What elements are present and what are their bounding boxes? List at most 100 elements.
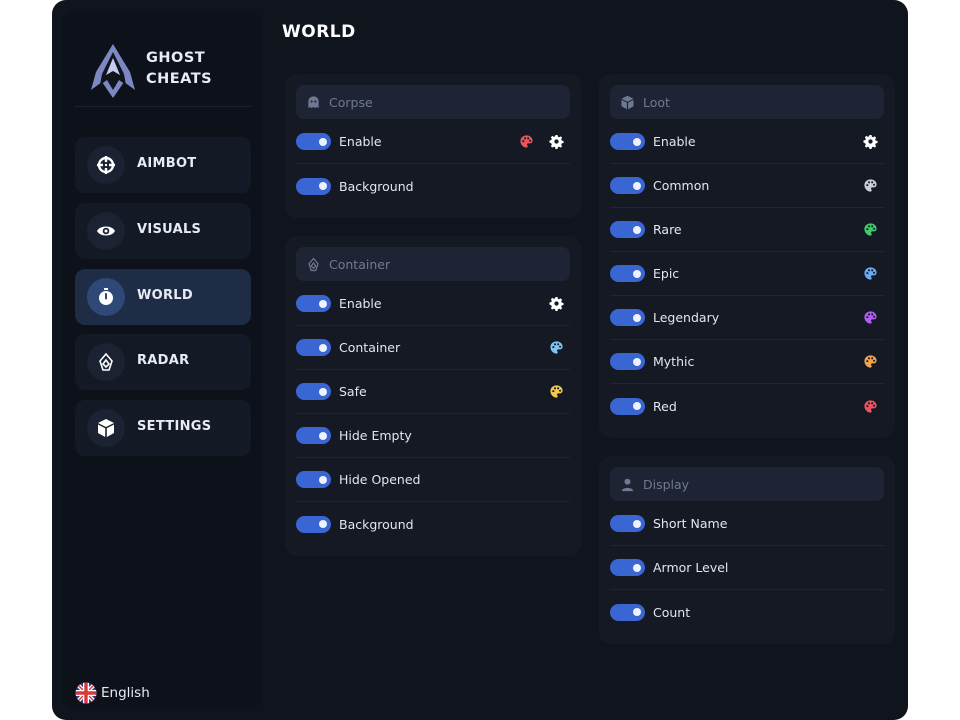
loot-card: Loot Enable Common Rare Epic Legendary M… bbox=[599, 74, 895, 438]
display-count-label: Count bbox=[653, 604, 691, 620]
stopwatch-icon bbox=[87, 278, 125, 316]
uk-flag-icon bbox=[75, 682, 97, 704]
loot-epic-toggle[interactable] bbox=[610, 265, 645, 282]
container-safe-row: Safe bbox=[296, 370, 570, 414]
crosshair-icon bbox=[87, 146, 125, 184]
radar-icon bbox=[87, 343, 125, 381]
corpse-card: Corpse Enable Background bbox=[285, 74, 581, 218]
nav-label-visuals: VISUALS bbox=[137, 222, 202, 237]
container-safe-label: Safe bbox=[339, 384, 367, 399]
container-background-row: Background bbox=[296, 502, 570, 546]
gear-icon[interactable] bbox=[862, 134, 878, 150]
container-hide-opened-row: Hide Opened bbox=[296, 458, 570, 502]
loot-legendary-row: Legendary bbox=[610, 296, 884, 340]
cube-icon bbox=[621, 95, 634, 109]
palette-icon[interactable] bbox=[548, 340, 564, 356]
sidebar-divider bbox=[74, 106, 252, 107]
ghost-hood-logo-icon bbox=[91, 44, 135, 98]
loot-common-toggle[interactable] bbox=[610, 177, 645, 194]
loot-red-toggle[interactable] bbox=[610, 397, 645, 415]
corpse-enable-label: Enable bbox=[339, 134, 382, 149]
page-title: WORLD bbox=[282, 22, 356, 42]
display-card-header: Display bbox=[610, 467, 884, 501]
display-armor-level-label: Armor Level bbox=[653, 560, 729, 575]
gear-icon[interactable] bbox=[548, 296, 564, 312]
display-short-name-row: Short Name bbox=[610, 502, 884, 546]
nav-label-world: WORLD bbox=[137, 288, 193, 303]
corpse-background-row: Background bbox=[296, 164, 570, 208]
loot-epic-label: Epic bbox=[653, 266, 680, 281]
palette-icon[interactable] bbox=[862, 266, 878, 282]
container-hide-opened-toggle[interactable] bbox=[296, 471, 331, 488]
display-count-row: Count bbox=[610, 590, 884, 634]
container-card-header: Container bbox=[296, 247, 570, 281]
loot-card-header: Loot bbox=[610, 85, 884, 119]
corpse-enable-row: Enable bbox=[296, 120, 570, 164]
palette-icon[interactable] bbox=[518, 134, 534, 150]
container-hide-empty-label: Hide Empty bbox=[339, 428, 412, 443]
brand-name: GHOST CHEATS bbox=[146, 50, 213, 87]
gear-icon[interactable] bbox=[548, 134, 564, 150]
display-short-name-label: Short Name bbox=[653, 516, 728, 531]
container-enable-row: Enable bbox=[296, 282, 570, 326]
display-card: Display Short Name Armor Level Count bbox=[599, 456, 895, 644]
corpse-enable-toggle[interactable] bbox=[296, 133, 331, 150]
loot-mythic-row: Mythic bbox=[610, 340, 884, 384]
container-card: Container Enable Container Safe Hide Emp… bbox=[285, 236, 581, 556]
container-safe-toggle[interactable] bbox=[296, 383, 331, 400]
palette-icon[interactable] bbox=[862, 178, 878, 194]
loot-mythic-label: Mythic bbox=[653, 354, 695, 369]
corpse-background-toggle[interactable] bbox=[296, 177, 331, 195]
nav-item-visuals[interactable]: VISUALS bbox=[75, 203, 251, 259]
loot-common-row: Common bbox=[610, 164, 884, 208]
loot-red-row: Red bbox=[610, 384, 884, 428]
loot-enable-row: Enable bbox=[610, 120, 884, 164]
loot-rare-toggle[interactable] bbox=[610, 221, 645, 238]
sidebar: GHOST CHEATS AIMBOT VISUALS WORLD RADAR … bbox=[62, 12, 262, 708]
palette-icon[interactable] bbox=[862, 398, 878, 414]
nav-item-world[interactable]: WORLD bbox=[75, 269, 251, 325]
container-container-row: Container bbox=[296, 326, 570, 370]
container-background-label: Background bbox=[339, 516, 414, 532]
container-enable-toggle[interactable] bbox=[296, 295, 331, 312]
container-background-toggle[interactable] bbox=[296, 515, 331, 533]
display-card-title: Display bbox=[643, 476, 690, 492]
radar-icon bbox=[308, 257, 319, 271]
nav-label-radar: RADAR bbox=[137, 353, 190, 368]
container-hide-opened-label: Hide Opened bbox=[339, 472, 421, 487]
display-short-name-toggle[interactable] bbox=[610, 515, 645, 532]
display-armor-level-row: Armor Level bbox=[610, 546, 884, 590]
loot-card-title: Loot bbox=[643, 94, 670, 110]
display-armor-level-toggle[interactable] bbox=[610, 559, 645, 576]
display-count-toggle[interactable] bbox=[610, 603, 645, 621]
loot-common-label: Common bbox=[653, 178, 710, 193]
loot-red-label: Red bbox=[653, 398, 677, 414]
nav-item-settings[interactable]: SETTINGS bbox=[75, 400, 251, 456]
palette-icon[interactable] bbox=[862, 310, 878, 326]
loot-rare-label: Rare bbox=[653, 222, 682, 237]
app-window: GHOST CHEATS AIMBOT VISUALS WORLD RADAR … bbox=[52, 0, 908, 720]
loot-rare-row: Rare bbox=[610, 208, 884, 252]
nav-item-radar[interactable]: RADAR bbox=[75, 334, 251, 390]
palette-icon[interactable] bbox=[862, 354, 878, 370]
loot-enable-toggle[interactable] bbox=[610, 133, 645, 150]
language-label: English bbox=[101, 685, 150, 701]
language-selector[interactable]: English bbox=[75, 682, 150, 704]
loot-legendary-toggle[interactable] bbox=[610, 309, 645, 326]
loot-enable-label: Enable bbox=[653, 134, 696, 149]
container-enable-label: Enable bbox=[339, 296, 382, 311]
nav-label-aimbot: AIMBOT bbox=[137, 156, 197, 171]
corpse-card-header: Corpse bbox=[296, 85, 570, 119]
palette-icon[interactable] bbox=[548, 384, 564, 400]
ghost-icon bbox=[308, 95, 319, 108]
container-container-label: Container bbox=[339, 340, 401, 355]
nav-item-aimbot[interactable]: AIMBOT bbox=[75, 137, 251, 193]
container-container-toggle[interactable] bbox=[296, 339, 331, 356]
corpse-background-label: Background bbox=[339, 178, 414, 194]
container-card-title: Container bbox=[329, 256, 391, 272]
container-hide-empty-toggle[interactable] bbox=[296, 427, 331, 444]
loot-mythic-toggle[interactable] bbox=[610, 353, 645, 370]
brand-logo: GHOST CHEATS bbox=[88, 42, 238, 102]
eye-icon bbox=[87, 212, 125, 250]
palette-icon[interactable] bbox=[862, 222, 878, 238]
